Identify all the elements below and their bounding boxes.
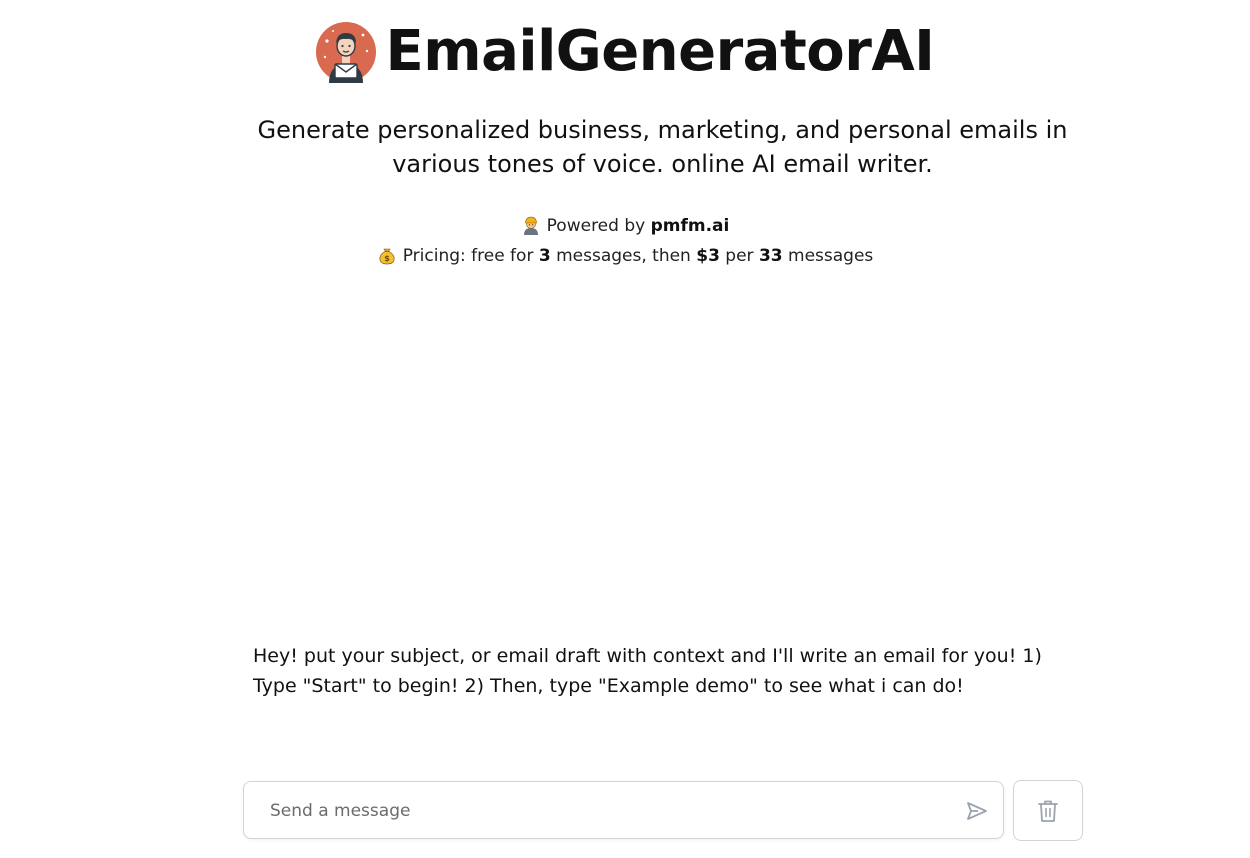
money-bag-icon: $ <box>377 245 397 265</box>
page: EmailGeneratorAI Generate personalized b… <box>0 0 1250 858</box>
app-title: EmailGeneratorAI <box>385 19 935 84</box>
app-description: Generate personalized business, marketin… <box>257 116 1068 178</box>
pricing-per: per <box>719 246 759 266</box>
email-man-logo-icon <box>315 21 377 83</box>
message-input[interactable] <box>268 782 952 840</box>
pricing-middle: messages, then <box>550 246 697 266</box>
pricing-free-count: 3 <box>538 246 551 266</box>
send-button[interactable] <box>965 799 989 823</box>
message-composer <box>243 781 1004 840</box>
pricing-line: $ Pricing: free for 3 messages, then $3 … <box>0 245 1250 267</box>
powered-by-line: Powered by pmfm.ai <box>0 215 1250 237</box>
pricing-price: $3 <box>696 246 720 266</box>
worker-icon <box>521 215 541 235</box>
svg-text:$: $ <box>384 254 390 263</box>
pricing-bundle-count: 33 <box>758 246 783 266</box>
assistant-message: Hey! put your subject, or email draft wi… <box>253 645 1042 697</box>
pricing-prefix: Pricing: free for <box>402 246 539 266</box>
powered-by-link[interactable]: pmfm.ai <box>651 216 730 236</box>
send-icon <box>967 802 987 820</box>
clear-chat-button[interactable] <box>1013 780 1083 841</box>
trash-icon <box>1038 800 1058 822</box>
powered-by-label: Powered by <box>546 216 651 236</box>
header: EmailGeneratorAI <box>0 18 1250 86</box>
pricing-suffix: messages <box>782 246 874 266</box>
